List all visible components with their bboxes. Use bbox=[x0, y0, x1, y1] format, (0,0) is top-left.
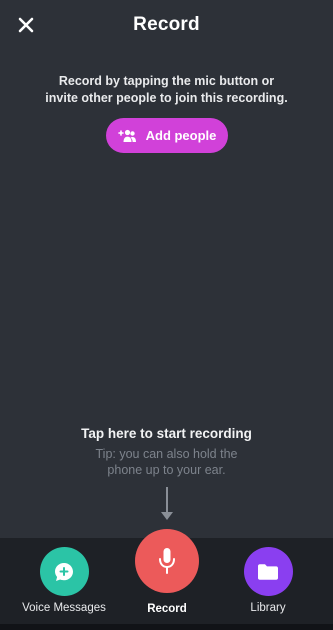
add-people-button[interactable]: Add people bbox=[106, 118, 228, 153]
chat-plus-icon bbox=[55, 562, 73, 581]
hint-title: Tap here to start recording bbox=[81, 426, 252, 441]
intro-line-1: Record by tapping the mic button or bbox=[58, 74, 275, 88]
nav-library[interactable]: Library bbox=[228, 547, 308, 614]
record-screen: Record Record by tapping the mic button … bbox=[0, 0, 333, 630]
page-title: Record bbox=[133, 14, 200, 35]
hint-tip-line-2: phone up to your ear. bbox=[107, 463, 226, 477]
record-label: Record bbox=[147, 603, 187, 615]
add-person-icon bbox=[117, 129, 136, 142]
system-nav-strip bbox=[0, 624, 333, 630]
record-button[interactable] bbox=[135, 529, 199, 593]
down-arrow-icon bbox=[161, 487, 173, 520]
voice-messages-label: Voice Messages bbox=[22, 602, 106, 614]
nav-voice-messages[interactable]: Voice Messages bbox=[14, 547, 114, 614]
intro-line-2: invite other people to join this recordi… bbox=[45, 91, 288, 105]
add-people-label: Add people bbox=[145, 128, 217, 143]
intro-text: Record by tapping the mic button or invi… bbox=[20, 73, 313, 107]
library-button[interactable] bbox=[243, 547, 293, 596]
voice-messages-button[interactable] bbox=[39, 547, 89, 596]
folder-icon bbox=[258, 563, 278, 580]
hint-tip: Tip: you can also hold the phone up to y… bbox=[60, 446, 273, 478]
hint-tip-line-1: Tip: you can also hold the bbox=[95, 447, 238, 461]
library-label: Library bbox=[250, 602, 286, 614]
nav-record[interactable]: Record bbox=[128, 529, 206, 615]
mic-icon bbox=[159, 548, 175, 574]
